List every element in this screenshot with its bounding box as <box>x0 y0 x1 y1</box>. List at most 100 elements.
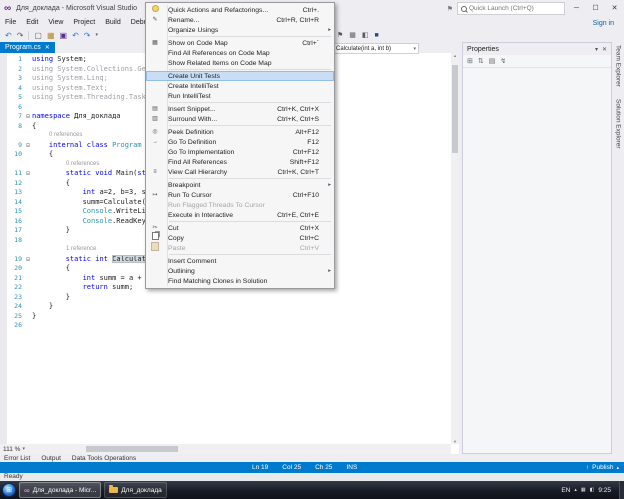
context-menu-item-find-all-references[interactable]: Find All ReferencesShift+F12 <box>146 157 334 167</box>
new-file-icon[interactable]: ▢ <box>34 29 42 42</box>
navigate-forward-icon[interactable]: ↷ <box>17 29 24 42</box>
codelens-references[interactable]: 1 reference <box>32 245 96 255</box>
tab-program-cs[interactable]: Program.cs ✕ <box>0 42 55 53</box>
categorized-icon[interactable]: ⊞ <box>467 57 473 65</box>
context-menu-item-rename[interactable]: ✎Rename...Ctrl+R, Ctrl+R <box>146 15 334 25</box>
close-button[interactable]: ✕ <box>607 1 622 16</box>
menubar-item-view[interactable]: View <box>43 17 68 29</box>
line-number: 18 <box>7 236 24 246</box>
minimize-button[interactable]: ─ <box>569 1 584 16</box>
tray-expand-icon[interactable]: ▴ <box>574 487 577 493</box>
side-tab-solution-explorer[interactable]: Solution Explorer <box>615 99 622 149</box>
context-menu-item-run-intellitest[interactable]: Run IntelliTest <box>146 91 334 101</box>
properties-header[interactable]: Properties ▾ ✕ <box>463 43 611 55</box>
vertical-scrollbar[interactable]: ▲ ▼ <box>451 53 459 444</box>
start-button[interactable]: ⊞ <box>2 483 16 497</box>
side-tab-team-explorer[interactable]: Team Explorer <box>615 45 622 87</box>
panel-tab-output[interactable]: Output <box>41 455 61 462</box>
context-menu-item-breakpoint[interactable]: Breakpoint▸ <box>146 180 334 190</box>
properties-grid-icon[interactable]: ▤ <box>489 57 496 65</box>
code-line[interactable]: 26 <box>7 321 451 331</box>
menu-item-label: Copy <box>164 235 184 242</box>
language-indicator[interactable]: EN <box>561 487 570 494</box>
codelens-references[interactable]: 0 references <box>32 131 82 141</box>
context-menu-item-show-related-items-on-code-map[interactable]: Show Related Items on Code Map <box>146 58 334 68</box>
code-line[interactable]: 25} <box>7 312 451 322</box>
horizontal-scrollbar[interactable] <box>28 444 451 454</box>
clock[interactable]: 9:25 <box>598 487 611 494</box>
submenu-arrow-icon: ▸ <box>328 268 331 274</box>
publish-button[interactable]: ↑ Publish ▴ <box>586 464 624 471</box>
fold-marker-icon[interactable]: ⊟ <box>24 141 32 151</box>
network-icon[interactable]: ▦ <box>581 487 586 493</box>
scroll-up-icon[interactable]: ▲ <box>453 53 457 58</box>
menubar-item-file[interactable]: File <box>0 17 21 29</box>
context-menu-item-find-matching-clones-in-solution[interactable]: Find Matching Clones in Solution <box>146 276 334 286</box>
panel-tab-data-tools-operations[interactable]: Data Tools Operations <box>72 455 136 462</box>
taskbar-app-для-доклада-micr[interactable]: ∞Для_доклада - Micr... <box>19 482 101 498</box>
bookmark-flag-icon[interactable]: ⚑ <box>337 29 343 42</box>
code-line[interactable]: 23 } <box>7 293 451 303</box>
fold-marker-icon[interactable]: ⊟ <box>24 169 32 179</box>
context-menu-item-execute-in-interactive[interactable]: Execute in InteractiveCtrl+E, Ctrl+E <box>146 210 334 220</box>
quick-launch-input[interactable] <box>469 5 564 12</box>
volume-icon[interactable]: ◧ <box>590 487 595 493</box>
codelens-references[interactable]: 0 references <box>32 160 99 170</box>
redo-icon[interactable]: ↷ <box>84 29 91 42</box>
navigate-back-icon[interactable]: ↶ <box>5 29 12 42</box>
panel-tab-error-list[interactable]: Error List <box>4 455 30 462</box>
quick-launch-box[interactable] <box>457 2 565 15</box>
tab-close-icon[interactable]: ✕ <box>45 44 50 51</box>
window-position-icon[interactable]: ▾ <box>595 46 598 53</box>
toolbar-dropdown-icon[interactable]: ▾ <box>96 29 99 42</box>
context-menu-item-find-all-references-on-code-map[interactable]: Find All References on Code Map <box>146 48 334 58</box>
toolbar-split-icon[interactable]: ◧ <box>362 29 369 42</box>
context-menu-item-organize-usings[interactable]: Organize Usings▸ <box>146 25 334 35</box>
context-menu-item-create-unit-tests[interactable]: Create Unit Tests <box>146 71 334 81</box>
context-menu-item-show-on-code-map[interactable]: ▦Show on Code MapCtrl+` <box>146 38 334 48</box>
context-menu-item-peek-definition[interactable]: ◎Peek DefinitionAlt+F12 <box>146 127 334 137</box>
context-menu-item-surround-with[interactable]: ▥Surround With...Ctrl+K, Ctrl+S <box>146 114 334 124</box>
menubar-item-build[interactable]: Build <box>100 17 126 29</box>
fold-marker-icon[interactable]: ⊟ <box>24 112 32 122</box>
context-menu-item-create-intellitest[interactable]: Create IntelliTest <box>146 81 334 91</box>
context-menu-item-insert-snippet[interactable]: ▤Insert Snippet...Ctrl+K, Ctrl+X <box>146 104 334 114</box>
show-desktop-button[interactable] <box>619 481 624 499</box>
menubar-item-project[interactable]: Project <box>68 17 100 29</box>
events-icon[interactable]: ↯ <box>500 57 506 65</box>
breakpoint-margin[interactable] <box>0 53 7 444</box>
zoom-control[interactable]: 111 % ▾ <box>0 446 28 453</box>
context-menu-item-go-to-implementation[interactable]: Go To ImplementationCtrl+F12 <box>146 147 334 157</box>
menu-item-label: Show on Code Map <box>164 40 228 47</box>
code-token: } <box>32 293 70 301</box>
context-menu-item-insert-comment[interactable]: Insert Comment <box>146 256 334 266</box>
member-dropdown[interactable]: Calculate(int a, int b) ▾ <box>333 43 419 54</box>
menu-item-shortcut: Ctrl+K, Ctrl+X <box>277 106 331 113</box>
toolbar-grid-icon[interactable]: ▦ <box>349 29 356 42</box>
context-menu-item-outlining[interactable]: Outlining▸ <box>146 266 334 276</box>
toolbar-block-icon[interactable]: ■ <box>375 29 379 42</box>
code-line[interactable]: 24 } <box>7 302 451 312</box>
close-icon[interactable]: ✕ <box>602 46 607 53</box>
scrollbar-thumb[interactable] <box>452 65 458 153</box>
context-menu-item-quick-actions-and-refactorings[interactable]: Quick Actions and Refactorings...Ctrl+. <box>146 5 334 15</box>
line-number <box>7 131 24 141</box>
alphabetical-icon[interactable]: ⇅ <box>478 57 484 65</box>
maximize-button[interactable]: ☐ <box>588 1 603 16</box>
sign-in-link[interactable]: Sign in <box>593 20 624 27</box>
menubar-item-edit[interactable]: Edit <box>21 17 43 29</box>
fold-marker-icon[interactable]: ⊟ <box>24 255 32 265</box>
save-icon[interactable]: ▣ <box>60 29 68 42</box>
scrollbar-thumb[interactable] <box>86 446 178 452</box>
undo-icon[interactable]: ↶ <box>72 29 79 42</box>
open-file-icon[interactable]: ▦ <box>47 29 55 42</box>
context-menu-item-run-to-cursor[interactable]: ↦Run To CursorCtrl+F10 <box>146 190 334 200</box>
context-menu-item-cut[interactable]: ✂CutCtrl+X <box>146 223 334 233</box>
context-menu-item-copy[interactable]: CopyCtrl+C <box>146 233 334 243</box>
notifications-flag-icon[interactable]: ⚑ <box>447 5 453 13</box>
search-icon <box>461 6 467 12</box>
context-menu-item-go-to-definition[interactable]: →Go To DefinitionF12 <box>146 137 334 147</box>
context-menu-item-view-call-hierarchy[interactable]: ≡View Call HierarchyCtrl+K, Ctrl+T <box>146 167 334 177</box>
scroll-down-icon[interactable]: ▼ <box>453 439 457 444</box>
taskbar-app-для-доклада[interactable]: Для_доклада <box>104 482 166 498</box>
